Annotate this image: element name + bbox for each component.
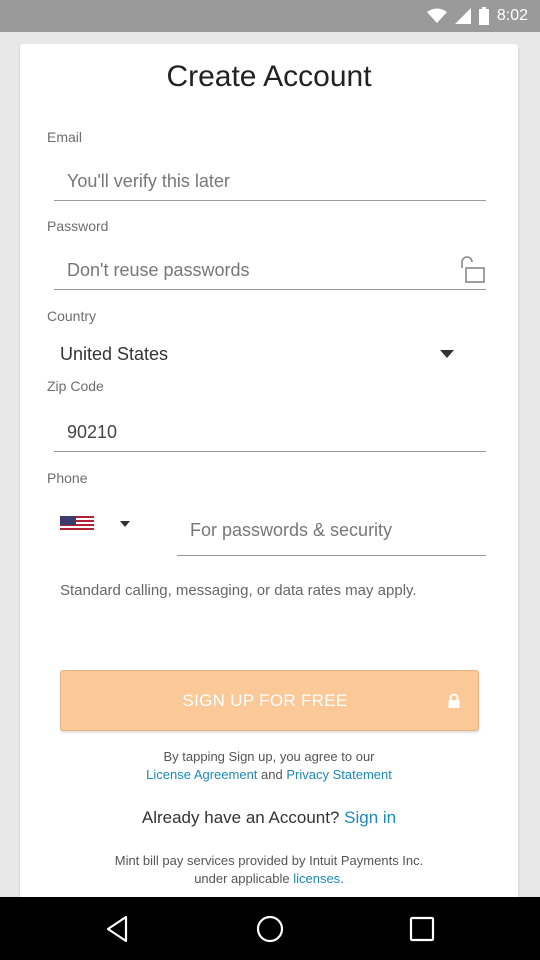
status-time: 8:02 bbox=[496, 7, 528, 24]
zip-value: 90210 bbox=[67, 422, 118, 442]
footer-notice: Mint bill pay services provided by Intui… bbox=[20, 852, 518, 888]
signal-icon bbox=[454, 8, 471, 24]
email-label: Email bbox=[47, 129, 83, 145]
already-have-account: Already have an Account? Sign in bbox=[20, 808, 518, 828]
recents-icon[interactable] bbox=[406, 913, 438, 945]
agreement-text: By tapping Sign up, you agree to our Lic… bbox=[20, 748, 518, 784]
licenses-link[interactable]: licenses bbox=[293, 871, 340, 886]
create-account-card: Create Account Email You'll verify this … bbox=[20, 44, 518, 904]
phone-field[interactable]: For passwords & security bbox=[177, 510, 486, 556]
status-bar: 8:02 bbox=[0, 0, 540, 32]
agreement-prefix: By tapping Sign up, you agree to our bbox=[163, 749, 375, 764]
email-field[interactable]: You'll verify this later bbox=[54, 161, 486, 201]
status-icons: 8:02 bbox=[426, 0, 528, 32]
footer-period: . bbox=[340, 871, 344, 886]
chevron-down-icon[interactable] bbox=[440, 350, 454, 358]
footer-line2-prefix: under applicable bbox=[194, 871, 290, 886]
password-placeholder: Don't reuse passwords bbox=[67, 260, 250, 280]
agreement-and: and bbox=[261, 767, 283, 782]
lock-icon bbox=[448, 693, 460, 708]
lock-open-icon[interactable] bbox=[456, 254, 486, 284]
wifi-icon bbox=[426, 8, 447, 23]
rates-notice: Standard calling, messaging, or data rat… bbox=[60, 582, 417, 599]
password-label: Password bbox=[47, 218, 109, 234]
zip-label: Zip Code bbox=[47, 378, 104, 394]
license-agreement-link[interactable]: License Agreement bbox=[146, 767, 257, 782]
us-flag-icon[interactable] bbox=[60, 516, 94, 532]
privacy-statement-link[interactable]: Privacy Statement bbox=[286, 767, 392, 782]
phone-label: Phone bbox=[47, 470, 88, 486]
country-label: Country bbox=[47, 308, 97, 324]
home-icon[interactable] bbox=[254, 913, 286, 945]
sign-in-link[interactable]: Sign in bbox=[344, 808, 396, 827]
back-icon[interactable] bbox=[102, 913, 134, 945]
sign-up-button[interactable]: SIGN UP FOR FREE bbox=[60, 670, 479, 731]
page-title: Create Account bbox=[166, 60, 372, 93]
email-placeholder: You'll verify this later bbox=[67, 171, 230, 191]
already-text: Already have an Account? bbox=[141, 808, 340, 827]
navigation-bar bbox=[0, 897, 540, 960]
password-field[interactable]: Don't reuse passwords bbox=[54, 250, 486, 290]
country-value[interactable]: United States bbox=[60, 344, 168, 365]
battery-icon bbox=[478, 7, 489, 25]
sign-up-label: SIGN UP FOR FREE bbox=[182, 691, 348, 710]
footer-line1: Mint bill pay services provided by Intui… bbox=[114, 853, 424, 868]
chevron-down-icon[interactable] bbox=[120, 521, 130, 527]
phone-placeholder: For passwords & security bbox=[190, 520, 393, 540]
zip-field[interactable]: 90210 bbox=[54, 412, 486, 452]
